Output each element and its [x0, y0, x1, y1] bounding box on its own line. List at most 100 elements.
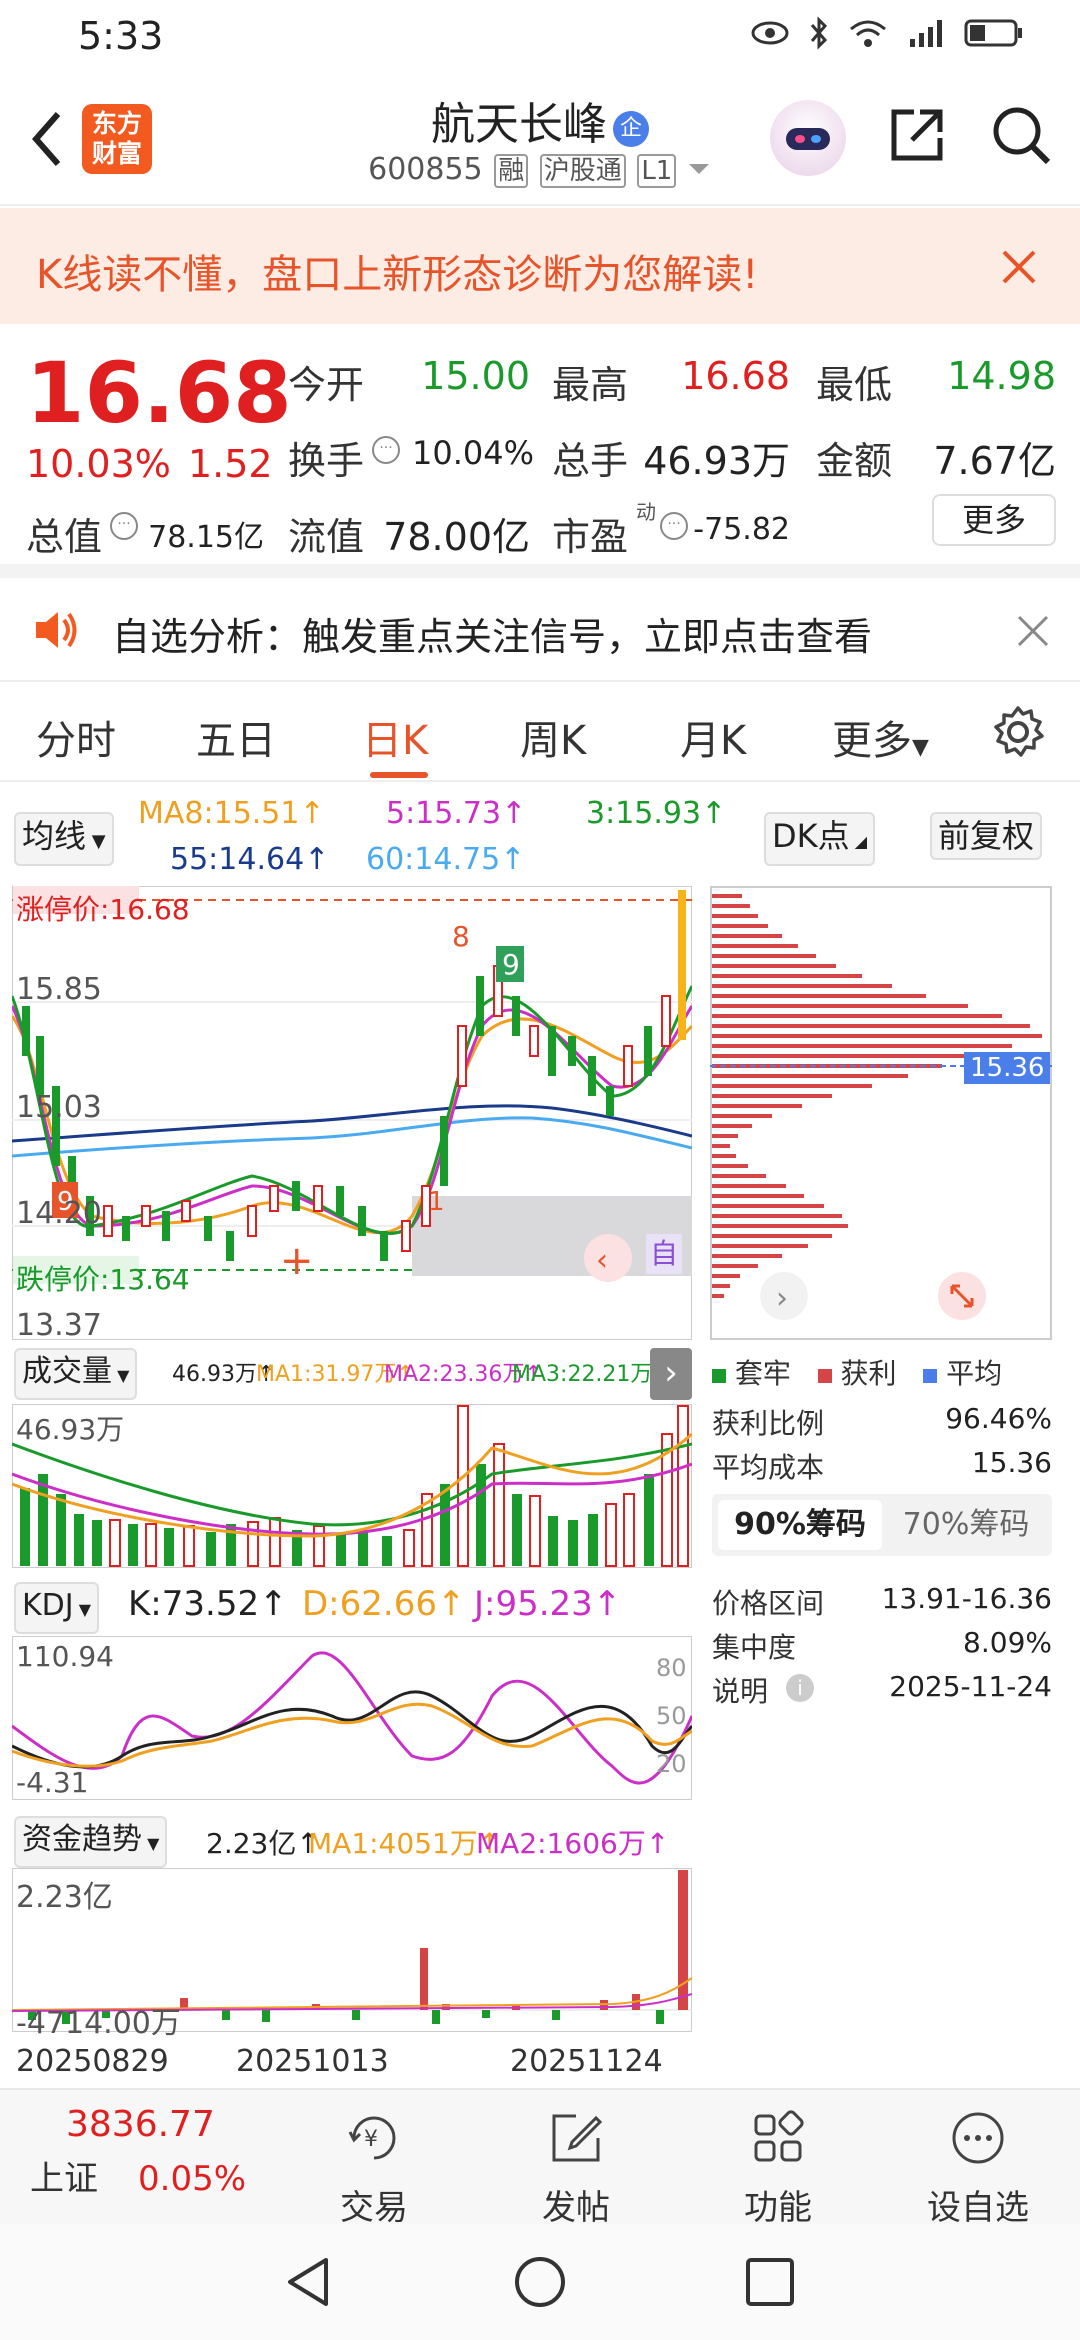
avg-cost-label: 平均成本 — [712, 1451, 825, 1484]
svg-text:+: + — [280, 1238, 314, 1284]
trade-button[interactable]: ¥ 交易 — [314, 2108, 434, 2229]
kdj-level-20: 20 — [656, 1750, 687, 1778]
edit-icon — [552, 2114, 603, 2162]
info-dots-icon[interactable]: ··· — [372, 436, 400, 464]
info-icon[interactable]: i — [786, 1674, 814, 1702]
signal-icon — [910, 20, 942, 47]
kdj-chart[interactable] — [12, 1636, 692, 1800]
active-tab-indicator — [370, 772, 428, 778]
legend-profit: 获利 — [840, 1357, 897, 1390]
open-value: 15.00 — [421, 354, 530, 398]
nav-back-icon[interactable] — [282, 2254, 338, 2310]
kdj-level-80: 80 — [656, 1654, 687, 1682]
turnover-label: 换手 — [288, 439, 365, 483]
float-cap-label: 流值 — [288, 515, 365, 559]
y-label-4: 13.37 — [16, 1308, 102, 1343]
speaker-icon — [36, 612, 77, 648]
float-cap-value: 78.00亿 — [383, 515, 530, 559]
index-ticker[interactable]: 3836.77 上证 0.05% — [30, 2104, 260, 2200]
post-button[interactable]: 发帖 — [516, 2108, 636, 2229]
connect-tag: 沪股通 — [539, 154, 626, 188]
info-dots-icon[interactable]: ··· — [660, 512, 688, 540]
nav-home-icon[interactable] — [512, 2254, 568, 2310]
diagnosis-banner[interactable]: K线读不懂，盘口上新形态诊断为您解读! — [0, 208, 1080, 324]
total-cap-value: 78.15亿 — [148, 520, 264, 555]
indicator-selector[interactable]: 均线 ▼ — [14, 812, 114, 866]
kdj-selector-label: KDJ — [22, 1588, 74, 1623]
notice-text: 自选分析：触发重点关注信号，立即点击查看 — [112, 615, 873, 659]
expand-arrow-button[interactable]: › — [650, 1348, 692, 1400]
profit-ratio-label: 获利比例 — [712, 1407, 825, 1440]
pe-value: -75.82 — [693, 512, 790, 547]
limit-up-price: 涨停价:16.68 — [16, 893, 190, 926]
svg-text:›: › — [776, 1281, 788, 1316]
stock-header: 东方 财富 航天长峰企 600855 融 沪股通 L1 — [0, 72, 1080, 206]
kdj-j-value: J:95.23↑ — [474, 1584, 622, 1624]
banner-text: K线读不懂，盘口上新形态诊断为您解读! — [36, 252, 759, 298]
search-icon[interactable] — [988, 102, 1054, 168]
close-icon[interactable] — [1016, 614, 1050, 648]
last-price: 16.68 — [26, 344, 292, 442]
adjust-selector[interactable]: 前复权 — [930, 812, 1043, 860]
level-tag: L1 — [637, 154, 677, 188]
gear-icon[interactable] — [990, 704, 1046, 760]
tab-more-label: 更多 — [832, 718, 912, 764]
chip-tab-70[interactable]: 70%筹码 — [884, 1500, 1048, 1550]
chart-area: 均线 ▼ MA8:15.51↑ 5:15.73↑ 3:15.93↑ 55:14.… — [0, 782, 1080, 2082]
volume-selector-label: 成交量 — [22, 1354, 112, 1389]
svg-text:1: 1 — [428, 1187, 445, 1217]
trade-icon: ¥ — [348, 2116, 396, 2160]
margin-tag: 融 — [494, 154, 529, 188]
avg-cost-value: 15.36 — [971, 1446, 1052, 1479]
stock-name: 航天长峰 — [431, 99, 607, 150]
concentration-label: 集中度 — [712, 1631, 797, 1664]
turnover-value: 10.04% — [412, 434, 535, 472]
chip-tab-90[interactable]: 90%筹码 — [718, 1500, 882, 1550]
tab-intraday[interactable]: 分时 — [36, 708, 116, 766]
dk-point-selector[interactable]: DK点 ◢ — [764, 812, 876, 866]
add-watchlist-button[interactable]: 设自选 — [918, 2108, 1038, 2229]
close-icon[interactable] — [1000, 248, 1038, 286]
function-button[interactable]: 功能 — [718, 2108, 838, 2229]
tab-daily-k[interactable]: 日K — [362, 708, 428, 766]
tab-weekly-k[interactable]: 周K — [520, 708, 586, 766]
tab-five-day[interactable]: 五日 — [196, 708, 276, 766]
assistant-avatar[interactable] — [770, 100, 846, 176]
kdj-selector[interactable]: KDJ ▼ — [14, 1582, 100, 1634]
status-bar: 5:33 — [0, 0, 1080, 72]
share-icon[interactable] — [884, 102, 950, 168]
volume-selector[interactable]: 成交量 ▼ — [14, 1348, 138, 1400]
nav-recents-icon[interactable] — [742, 2254, 798, 2310]
kdj-level-50: 50 — [656, 1702, 687, 1730]
amount-value: 7.67亿 — [933, 439, 1056, 483]
apps-grid-icon — [754, 2110, 804, 2162]
fund-trend-selector[interactable]: 资金趋势 ▼ — [14, 1816, 168, 1868]
info-dots-icon[interactable]: ··· — [110, 512, 138, 540]
dropdown-icon[interactable] — [686, 159, 712, 179]
volume-ma3: MA3:22.21万↑ — [512, 1362, 671, 1387]
watchlist-notice[interactable]: 自选分析：触发重点关注信号，立即点击查看 — [0, 578, 1080, 682]
total-cap-label: 总值 — [26, 515, 103, 559]
chip-distribution-chart[interactable]: › — [710, 886, 1052, 1340]
period-tabs: 分时 五日 日K 周K 月K 更多▼ — [0, 682, 1080, 782]
enterprise-badge: 企 — [613, 111, 649, 147]
indicator-selector-label: 均线 — [22, 817, 87, 855]
tab-more[interactable]: 更多▼ — [832, 708, 929, 766]
wifi-icon — [850, 20, 886, 47]
ma55-value: 55:14.64↑ — [170, 842, 330, 877]
index-value: 3836.77 — [66, 2104, 215, 2145]
index-name: 上证 — [30, 2159, 98, 2199]
ma60-value: 60:14.75↑ — [366, 842, 526, 877]
system-nav-bar — [0, 2224, 1080, 2340]
volume-label: 总手 — [552, 439, 629, 483]
bluetooth-icon — [810, 16, 828, 50]
amount-label: 金额 — [816, 439, 893, 483]
auto-mark[interactable]: 自 — [646, 1234, 682, 1274]
more-button[interactable]: 更多 — [932, 494, 1056, 546]
tab-monthly-k[interactable]: 月K — [680, 708, 746, 766]
index-percent: 0.05% — [138, 2159, 247, 2199]
eye-icon — [751, 21, 789, 45]
svg-text:‹: ‹ — [596, 1243, 608, 1278]
y-label-3: 14.20 — [16, 1196, 102, 1231]
kdj-k-value: K:73.52↑ — [128, 1584, 288, 1624]
